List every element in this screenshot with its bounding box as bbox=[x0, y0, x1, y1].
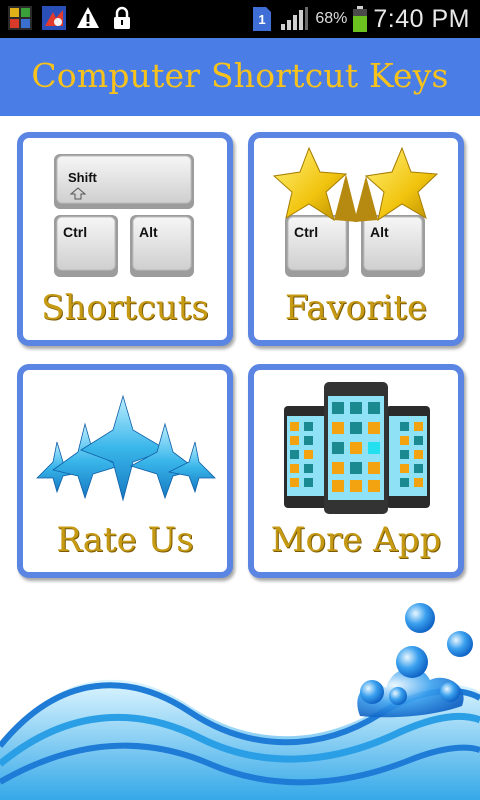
stars-keys-icon: Ctrl Alt bbox=[272, 146, 439, 277]
alt-key: Alt bbox=[361, 215, 425, 277]
sim-card-icon: 1 bbox=[253, 7, 272, 31]
ctrl-key: Ctrl bbox=[285, 215, 349, 277]
shift-key: Shift bbox=[54, 154, 194, 209]
status-bar: 1 68% 7:40 PM bbox=[0, 0, 480, 38]
ctrl-key-label: Ctrl bbox=[294, 224, 318, 240]
gold-star-left bbox=[272, 146, 358, 222]
more-app-tile[interactable]: More App bbox=[248, 364, 464, 578]
app-header: Computer Shortcut Keys bbox=[0, 38, 480, 116]
ctrl-key-label: Ctrl bbox=[63, 224, 87, 240]
signal-strength-icon bbox=[281, 7, 309, 30]
system-status: 1 68% 7:40 PM bbox=[251, 4, 470, 34]
water-wave-decoration bbox=[0, 603, 480, 800]
shortcuts-tile[interactable]: Shift Ctrl Alt Shortcuts bbox=[17, 132, 233, 346]
blue-star-center bbox=[80, 394, 168, 502]
favorite-tile[interactable]: Ctrl Alt Favorite bbox=[248, 132, 464, 346]
phone-right bbox=[386, 406, 430, 508]
phone-center bbox=[324, 382, 388, 514]
ctrl-key: Ctrl bbox=[54, 215, 118, 277]
rate-us-tile[interactable]: Rate Us bbox=[17, 364, 233, 578]
kingroot-app-icon bbox=[8, 6, 32, 30]
favorite-label: Favorite bbox=[284, 288, 428, 328]
keyboard-keys-icon: Shift Ctrl Alt bbox=[54, 154, 194, 277]
shortcuts-label: Shortcuts bbox=[41, 288, 209, 328]
image-app-icon bbox=[42, 6, 66, 30]
clock: 7:40 PM bbox=[373, 4, 470, 33]
notification-icons bbox=[8, 6, 134, 30]
sim-badge: 1 bbox=[259, 12, 266, 27]
warning-icon bbox=[77, 7, 99, 28]
battery-percent: 68% bbox=[315, 10, 348, 27]
gold-star-right bbox=[354, 146, 439, 222]
alt-key: Alt bbox=[130, 215, 194, 277]
app-title: Computer Shortcut Keys bbox=[31, 56, 449, 95]
shift-key-label: Shift bbox=[68, 170, 98, 185]
alt-key-label: Alt bbox=[139, 224, 158, 240]
phones-icon bbox=[284, 382, 430, 514]
more-app-label: More App bbox=[270, 520, 442, 560]
alt-key-label: Alt bbox=[370, 224, 389, 240]
rate-us-label: Rate Us bbox=[56, 520, 194, 560]
battery-icon bbox=[353, 6, 368, 32]
phone-left bbox=[284, 406, 328, 508]
blue-stars-icon bbox=[36, 394, 216, 502]
lock-icon bbox=[114, 6, 130, 29]
